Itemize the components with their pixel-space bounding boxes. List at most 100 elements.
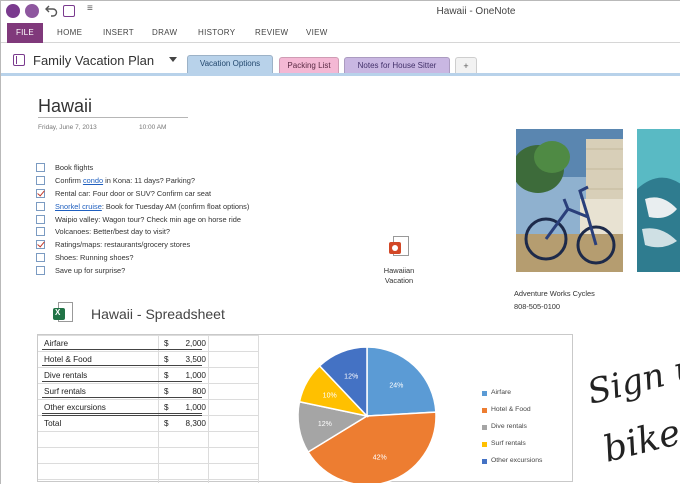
todo-text: Confirm condo in Kona: 11 days? Parking? [55,175,195,185]
todo-item[interactable]: Rental car: Four door or SUV? Confirm ca… [36,188,356,201]
legend-label: Airfare [491,389,512,396]
row-label: Airfare [44,339,69,348]
todo-link[interactable]: Snorkel cruise [55,202,102,211]
todo-checkbox[interactable] [36,188,45,198]
todo-list: Book flights Confirm condo in Kona: 11 da… [36,162,356,278]
row-amount: 1,000 [185,371,207,380]
todo-text: Ratings/maps: restaurants/grocery stores [55,240,191,250]
page-date: Friday, June 7, 2013 [38,124,97,131]
legend-label: Other excursions [491,457,543,464]
row-currency: $ [164,387,169,396]
table-row[interactable]: Hotel & Food $3,500 [38,351,258,367]
notebook-name[interactable]: Family Vacation Plan [33,53,154,68]
pie-chart: 24% 42% 12% 10% 12% [297,346,437,483]
row-label: Surf rentals [44,387,86,396]
row-label: Other excursions [44,403,106,412]
todo-item[interactable]: Shoes: Running shoes? [36,252,356,265]
row-underline [42,397,202,398]
todo-checkbox[interactable] [36,214,45,224]
table-row[interactable]: Dive rentals $1,000 [38,367,258,383]
page-title[interactable]: Hawaii [38,96,92,117]
todo-item[interactable]: Save up for surprise? [36,265,356,278]
legend-label: Hotel & Food [491,406,531,413]
todo-link[interactable]: condo [83,176,103,185]
todo-item[interactable]: Waipio valley: Wagon tour? Check min age… [36,214,356,227]
ribbon-tab-file[interactable]: FILE [7,23,43,43]
section-tab-notes-for-house-sitter[interactable]: Notes for House Sitter [344,57,450,74]
legend-swatch [482,459,487,464]
todo-item[interactable]: Book flights [36,162,356,175]
ribbon-tab-draw[interactable]: DRAW [152,23,177,43]
todo-checkbox[interactable] [36,163,45,172]
page-canvas[interactable]: Hawaii Friday, June 7, 2013 10:00 AM Boo… [1,76,680,484]
todo-item[interactable]: Confirm condo in Kona: 11 days? Parking? [36,175,356,188]
ribbon-tab-review[interactable]: REVIEW [255,23,288,43]
legend-label: Dive rentals [491,423,527,430]
section-tab-vacation-options[interactable]: Vacation Options [187,55,273,74]
todo-checkbox[interactable] [36,266,45,276]
title-bar: ≡ Hawaii - OneNote [1,1,680,23]
todo-text: Snorkel cruise: Book for Tuesday AM (con… [55,201,250,211]
section-tab-packing-list[interactable]: Packing List [279,57,339,74]
chevron-down-icon[interactable] [169,57,177,62]
todo-checkbox[interactable] [36,201,45,211]
todo-checkbox[interactable] [36,227,45,237]
ribbon-tab-home[interactable]: HOME [57,23,82,43]
total-rule [42,415,202,416]
table-row[interactable]: Airfare $2,000 [38,335,258,351]
row-underline [42,349,202,350]
handwritten-ink-note[interactable]: Sign u bike [584,347,680,484]
legend-swatch [482,391,487,396]
attachment-hawaiian-vacation[interactable]: Hawaiian Vacation [369,236,429,286]
pie-data-label: 12% [318,421,332,428]
row-amount: 8,300 [185,419,207,428]
legend-swatch [482,408,487,413]
bicycle-photo[interactable] [516,129,623,272]
legend-swatch [482,442,487,447]
table-row[interactable]: Other excursions $1,000 [38,399,258,415]
legend-swatch [482,425,487,430]
row-label: Total [44,419,62,428]
todo-text: Volcanoes: Better/best day to visit? [55,227,171,237]
row-amount: 800 [192,387,206,396]
todo-checkbox[interactable] [36,175,45,185]
attachment-label: Hawaiian Vacation [383,266,415,285]
row-amount: 1,000 [185,403,207,412]
todo-text: Save up for surprise? [55,266,126,276]
ribbon-tab-history[interactable]: HISTORY [198,23,235,43]
row-currency: $ [164,403,169,412]
onenote-window: ≡ Hawaii - OneNote FILE HOME INSERT DRAW… [0,0,680,484]
window-title: Hawaii - OneNote [436,6,516,17]
todo-text: Shoes: Running shoes? [55,253,134,263]
row-currency: $ [164,355,169,364]
row-label: Dive rentals [44,371,88,380]
row-underline [42,381,202,382]
row-underline [42,365,202,366]
ribbon-tabs: FILE HOME INSERT DRAW HISTORY REVIEW VIE… [1,23,680,43]
total-row[interactable]: Total $8,300 [38,415,258,431]
excel-file-icon[interactable] [53,302,73,324]
row-currency: $ [164,419,169,428]
ribbon-tab-view[interactable]: VIEW [306,23,328,43]
notebook-bar: Family Vacation Plan Vacation Options Pa… [1,43,680,74]
row-amount: 2,000 [185,339,207,348]
add-section-button[interactable]: + [455,57,477,74]
todo-checkbox[interactable] [36,240,45,250]
todo-item[interactable]: Ratings/maps: restaurants/grocery stores [36,239,356,252]
ribbon-tab-insert[interactable]: INSERT [103,23,134,43]
todo-item[interactable]: Snorkel cruise: Book for Tuesday AM (con… [36,201,356,214]
embedded-spreadsheet[interactable]: Airfare $2,000 Hotel & Food $3,500 Dive rent… [37,334,573,483]
beach-photo[interactable] [637,129,680,272]
row-label: Hotel & Food [44,355,92,364]
table-row[interactable]: Surf rentals $800 [38,383,258,399]
todo-checkbox[interactable] [36,253,45,263]
row-underline [42,413,202,414]
todo-text: Waipio valley: Wagon tour? Check min age… [55,214,241,224]
pie-data-label: 10% [323,393,337,400]
row-amount: 3,500 [185,355,207,364]
ink-line-2: bike [599,412,680,471]
row-currency: $ [164,339,169,348]
row-currency: $ [164,371,169,380]
pie-data-label: 12% [344,374,358,381]
todo-item[interactable]: Volcanoes: Better/best day to visit? [36,226,356,239]
